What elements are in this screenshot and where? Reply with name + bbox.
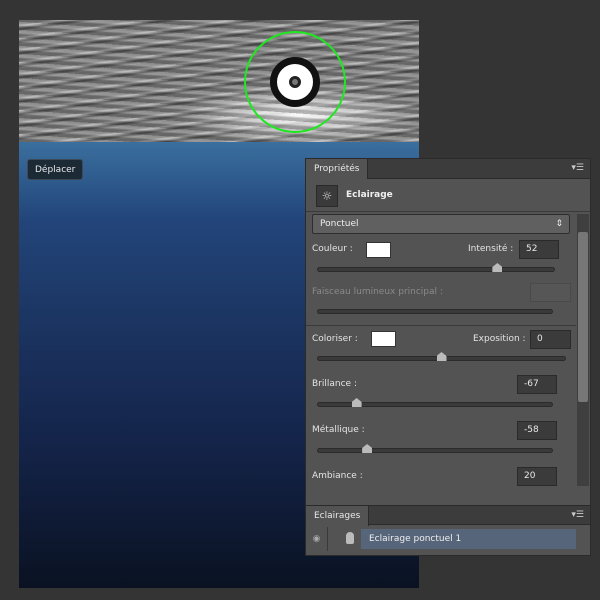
intensity-slider-thumb[interactable] bbox=[492, 263, 503, 272]
ambience-input[interactable]: 20 bbox=[517, 467, 557, 486]
light-bulb-icon: ☼ bbox=[316, 185, 338, 207]
color-label: Couleur : bbox=[312, 244, 353, 254]
properties-panel: Propriétés ▾☰ ☼ Eclairage Ponctuel ⇕ Coul… bbox=[305, 158, 591, 556]
scrollbar[interactable] bbox=[577, 214, 589, 486]
intensity-input[interactable]: 52 bbox=[519, 240, 559, 259]
color-swatch[interactable] bbox=[366, 242, 391, 258]
metallic-label: Métallique : bbox=[312, 425, 365, 435]
eye-icon[interactable]: ◉ bbox=[306, 527, 328, 551]
light-intensity-knob[interactable] bbox=[270, 57, 320, 107]
colorize-label: Coloriser : bbox=[312, 334, 358, 344]
intensity-label: Intensité : bbox=[468, 244, 514, 254]
tab-properties[interactable]: Propriétés bbox=[306, 159, 369, 179]
exposure-input[interactable]: 0 bbox=[530, 330, 571, 349]
metallic-input[interactable]: -58 bbox=[517, 421, 557, 440]
exposure-label: Exposition : bbox=[473, 334, 526, 344]
hotspot-input[interactable] bbox=[530, 283, 571, 302]
gloss-input[interactable]: -67 bbox=[517, 375, 557, 394]
colorize-swatch[interactable] bbox=[371, 331, 396, 347]
updown-icon: ⇕ bbox=[555, 219, 563, 229]
light-type-value: Ponctuel bbox=[320, 219, 359, 229]
bulb-icon bbox=[346, 532, 354, 544]
light-row[interactable]: ◉ Eclairage ponctuel 1 bbox=[306, 527, 590, 551]
panel-menu-icon[interactable]: ▾☰ bbox=[571, 163, 584, 173]
lights-header: Eclairages ▾☰ bbox=[306, 505, 590, 526]
exposure-slider-thumb[interactable] bbox=[436, 352, 447, 361]
hotspot-label: Faisceau lumineux principal : bbox=[312, 287, 443, 297]
metallic-slider[interactable] bbox=[317, 444, 553, 453]
texture-image bbox=[19, 20, 419, 142]
hotspot-slider[interactable] bbox=[317, 309, 553, 314]
light-type-dropdown[interactable]: Ponctuel ⇕ bbox=[312, 214, 570, 234]
adjustment-title: Eclairage bbox=[346, 190, 393, 200]
scrollbar-thumb[interactable] bbox=[578, 232, 588, 402]
tab-lights[interactable]: Eclairages bbox=[306, 506, 370, 526]
properties-header: Propriétés ▾☰ bbox=[306, 159, 590, 179]
light-item-label[interactable]: Eclairage ponctuel 1 bbox=[361, 529, 576, 549]
tooltip: Déplacer bbox=[27, 159, 84, 180]
ambience-label: Ambiance : bbox=[312, 471, 363, 481]
gloss-slider-thumb[interactable] bbox=[351, 398, 362, 407]
gloss-slider[interactable] bbox=[317, 398, 553, 407]
metallic-slider-thumb[interactable] bbox=[362, 444, 373, 453]
intensity-slider[interactable] bbox=[317, 263, 555, 272]
lights-menu-icon[interactable]: ▾☰ bbox=[571, 510, 584, 520]
exposure-slider[interactable] bbox=[317, 352, 566, 361]
gloss-label: Brillance : bbox=[312, 379, 357, 389]
